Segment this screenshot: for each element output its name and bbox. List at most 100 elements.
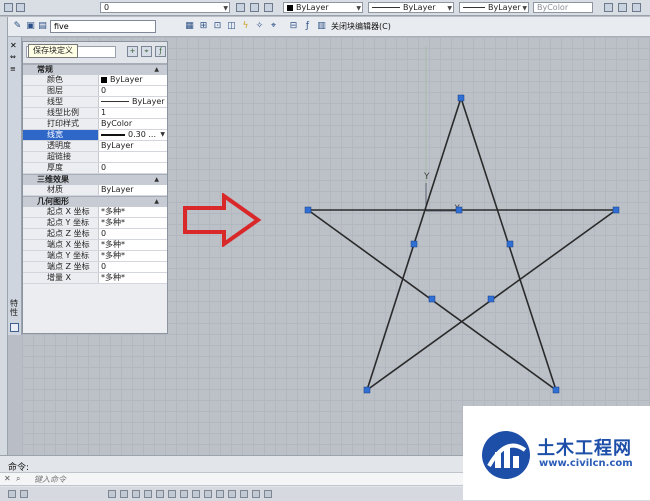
attribute-icon[interactable]: ✧ bbox=[254, 21, 265, 32]
property-value[interactable]: 0 bbox=[99, 163, 167, 173]
freeze-icon[interactable] bbox=[16, 3, 25, 12]
chevron-down-icon[interactable]: ▼ bbox=[160, 130, 165, 140]
property-row[interactable]: 端点 Y 坐标 *多种* bbox=[23, 251, 167, 262]
command-customize-icon[interactable]: ⌕ bbox=[16, 474, 20, 484]
otrack-icon[interactable] bbox=[168, 490, 176, 498]
layer-dropdown[interactable]: 0 ▼ bbox=[100, 2, 230, 13]
close-command-icon[interactable]: ✕ bbox=[4, 474, 11, 483]
collapse-icon[interactable]: ▲ bbox=[154, 175, 159, 185]
grip[interactable] bbox=[487, 295, 495, 303]
toggle-pickadd-icon[interactable]: + bbox=[127, 46, 138, 57]
grip[interactable] bbox=[552, 386, 560, 394]
property-row[interactable]: 起点 X 坐标 *多种* bbox=[23, 207, 167, 218]
model-icon[interactable] bbox=[8, 490, 16, 498]
parameter-icon[interactable]: ⊞ bbox=[198, 21, 209, 32]
quick-select-icon[interactable]: ƒ bbox=[155, 46, 166, 57]
match-layer-icon[interactable] bbox=[250, 3, 259, 12]
property-row[interactable]: 线型 ByLayer bbox=[23, 97, 167, 108]
grips[interactable] bbox=[304, 94, 620, 394]
property-row[interactable]: 图层 0 bbox=[23, 86, 167, 97]
lightning-icon[interactable]: ϟ bbox=[240, 21, 251, 32]
property-row[interactable]: 线宽 0.30 ... ▼ bbox=[23, 130, 167, 141]
grip[interactable] bbox=[457, 94, 465, 102]
property-value[interactable]: 0 bbox=[99, 262, 167, 272]
property-value[interactable] bbox=[99, 152, 167, 162]
edit-block-icon[interactable]: ✎ bbox=[12, 21, 23, 32]
property-value[interactable]: *多种* bbox=[99, 251, 167, 261]
properties-menu-icon[interactable]: ≡ bbox=[10, 65, 19, 74]
layer-state-icon[interactable] bbox=[4, 3, 13, 12]
property-row[interactable]: 端点 X 坐标 *多种* bbox=[23, 240, 167, 251]
selection-cycling-icon[interactable] bbox=[240, 490, 248, 498]
section-header[interactable]: 三维效果 ▲ bbox=[23, 174, 167, 185]
grip[interactable] bbox=[410, 240, 418, 248]
visibility-icon[interactable]: ◫ bbox=[226, 21, 237, 32]
snap-icon[interactable] bbox=[108, 490, 116, 498]
lineweight-toggle-icon[interactable] bbox=[204, 490, 212, 498]
star-lines[interactable] bbox=[307, 97, 617, 391]
ducs-icon[interactable] bbox=[180, 490, 188, 498]
grip[interactable] bbox=[363, 386, 371, 394]
toolbar-icon[interactable] bbox=[604, 3, 613, 12]
transparency-icon[interactable] bbox=[216, 490, 224, 498]
property-value[interactable]: *多种* bbox=[99, 207, 167, 217]
property-row[interactable]: 透明度 ByLayer bbox=[23, 141, 167, 152]
property-value[interactable]: 0 bbox=[99, 229, 167, 239]
collapse-icon[interactable]: ▲ bbox=[154, 197, 159, 207]
property-row[interactable]: 起点 Y 坐标 *多种* bbox=[23, 218, 167, 229]
color-dropdown[interactable]: ByLayer ▼ bbox=[283, 2, 363, 13]
property-row[interactable]: 起点 Z 坐标 0 bbox=[23, 229, 167, 240]
select-objects-icon[interactable]: ⌖ bbox=[141, 46, 152, 57]
authoring-palette-icon[interactable]: ▦ bbox=[184, 21, 195, 32]
property-row[interactable]: 增量 X *多种* bbox=[23, 273, 167, 284]
autohide-icon[interactable]: ⇔ bbox=[10, 53, 19, 62]
plotstyle-dropdown[interactable]: ByColor bbox=[533, 2, 593, 13]
property-row[interactable]: 材质 ByLayer bbox=[23, 185, 167, 196]
property-value[interactable]: ByLayer bbox=[99, 97, 167, 107]
ortho-icon[interactable] bbox=[132, 490, 140, 498]
quick-properties-icon[interactable] bbox=[228, 490, 236, 498]
grip[interactable] bbox=[612, 206, 620, 214]
constraint-icon[interactable]: ⌖ bbox=[268, 21, 279, 32]
osnap-icon[interactable] bbox=[156, 490, 164, 498]
property-row[interactable]: 厚度 0 bbox=[23, 163, 167, 174]
polar-icon[interactable] bbox=[144, 490, 152, 498]
layout-icon[interactable] bbox=[20, 490, 28, 498]
manage-icon[interactable]: ▥ bbox=[316, 21, 327, 32]
linetype-dropdown[interactable]: ByLayer ▼ bbox=[368, 2, 454, 13]
section-header[interactable]: 常规 ▲ bbox=[23, 64, 167, 75]
property-row[interactable]: 颜色 ByLayer bbox=[23, 75, 167, 86]
layer-previous-icon[interactable] bbox=[264, 3, 273, 12]
close-block-editor-button[interactable]: 关闭块编辑器(C) bbox=[331, 21, 391, 33]
property-value[interactable]: *多种* bbox=[99, 240, 167, 250]
property-row[interactable]: 线型比例 1 bbox=[23, 108, 167, 119]
grip[interactable] bbox=[304, 206, 312, 214]
geometric-constraint-icon[interactable]: ⊟ bbox=[288, 21, 299, 32]
property-row[interactable]: 超链接 bbox=[23, 152, 167, 163]
property-value[interactable]: 1 bbox=[99, 108, 167, 118]
property-value[interactable]: 0.30 ... ▼ bbox=[99, 130, 167, 140]
block-name-field[interactable]: five bbox=[50, 20, 156, 33]
property-value[interactable]: ByLayer bbox=[99, 185, 167, 195]
save-block-as-icon[interactable]: ▤ bbox=[37, 21, 48, 32]
palette-options-icon[interactable] bbox=[10, 323, 19, 332]
dyn-icon[interactable] bbox=[192, 490, 200, 498]
units-icon[interactable] bbox=[264, 490, 272, 498]
toolbar-icon[interactable] bbox=[618, 3, 627, 12]
property-value[interactable]: ByColor bbox=[99, 119, 167, 129]
formula-icon[interactable]: ƒ bbox=[302, 21, 313, 32]
close-icon[interactable]: ✕ bbox=[10, 41, 19, 50]
grid-icon[interactable] bbox=[120, 490, 128, 498]
section-header[interactable]: 几何图形 ▲ bbox=[23, 196, 167, 207]
collapse-icon[interactable]: ▲ bbox=[154, 65, 159, 75]
save-block-icon[interactable]: ▣ bbox=[25, 21, 36, 32]
property-value[interactable]: *多种* bbox=[99, 218, 167, 228]
lineweight-dropdown[interactable]: ByLayer ▼ bbox=[459, 2, 529, 13]
command-input[interactable]: 键入命令 bbox=[34, 474, 66, 485]
action-icon[interactable]: ⊡ bbox=[212, 21, 223, 32]
property-row[interactable]: 打印样式 ByColor bbox=[23, 119, 167, 130]
toolbar-icon[interactable] bbox=[632, 3, 641, 12]
property-value[interactable]: ByLayer bbox=[99, 75, 167, 85]
property-value[interactable]: 0 bbox=[99, 86, 167, 96]
property-value[interactable]: *多种* bbox=[99, 273, 167, 283]
